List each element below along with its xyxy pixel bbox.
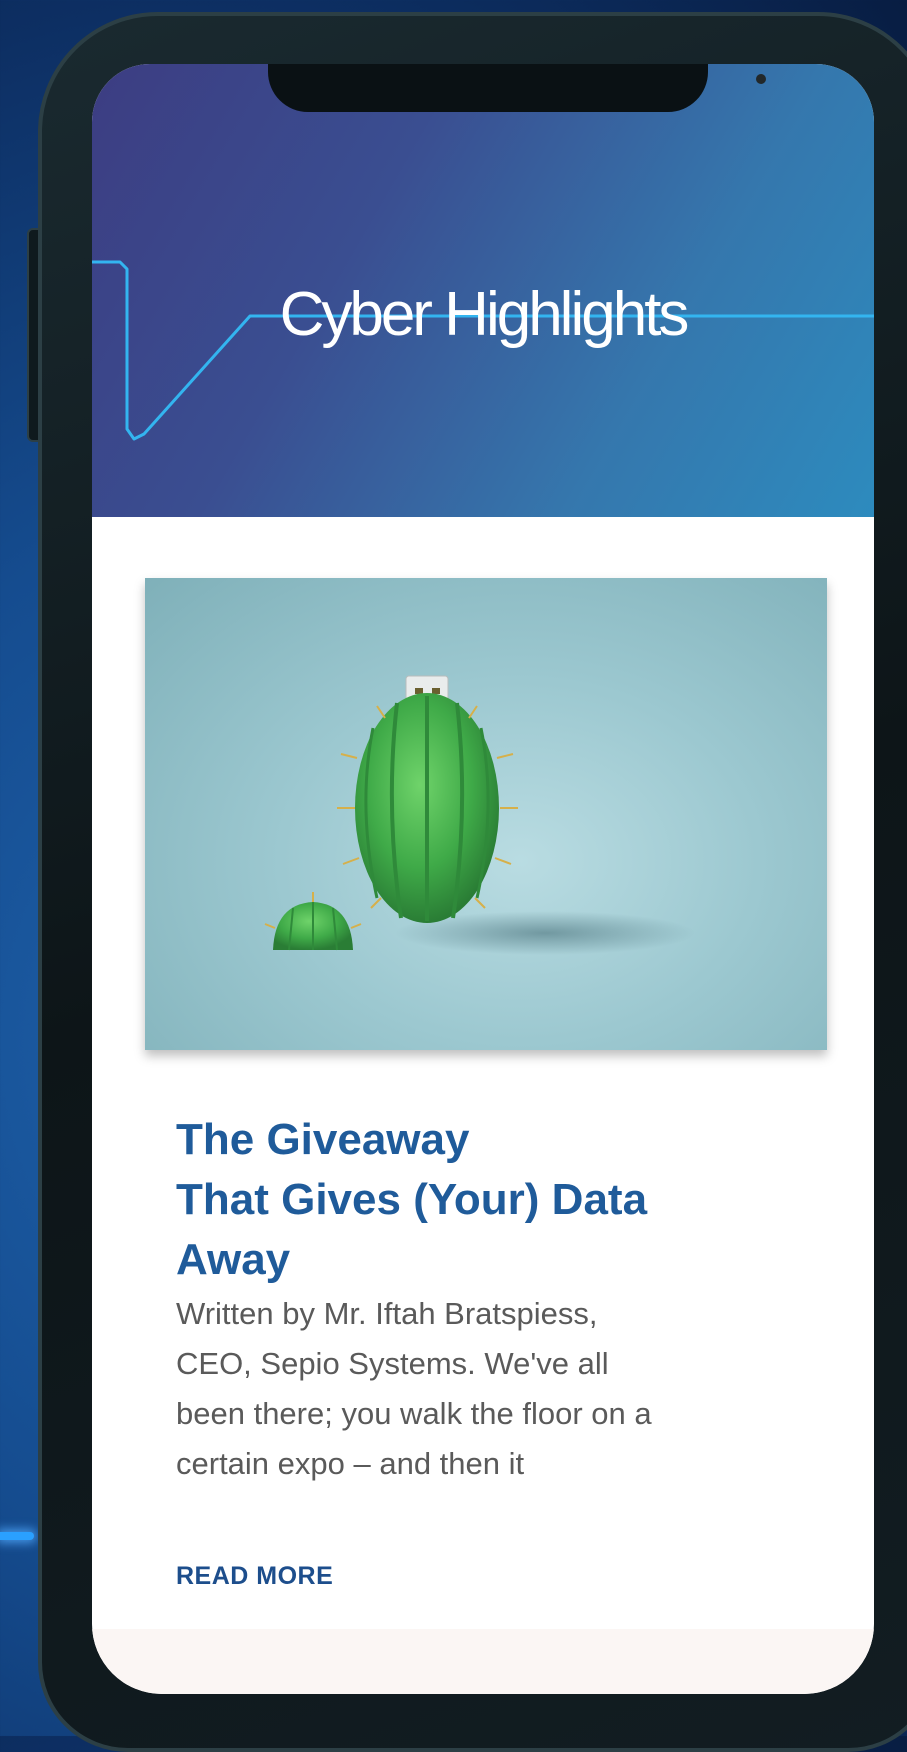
page-title: Cyber Highlights	[279, 280, 690, 349]
page-header: Cyber Highlights	[92, 64, 874, 517]
article-title[interactable]: The Giveaway That Gives (Your) Data Away	[176, 1110, 776, 1290]
read-more-link[interactable]: READ MORE	[176, 1562, 333, 1591]
article-excerpt: Written by Mr. Iftah Bratspiess, CEO, Se…	[176, 1289, 796, 1489]
camera-icon	[756, 74, 766, 84]
article-image[interactable]	[145, 578, 827, 1050]
excerpt-line: been there; you walk the floor on a	[176, 1396, 652, 1431]
article-title-line: Away	[176, 1235, 291, 1284]
phone-screen: Cyber Highlights The Giveaway That Gives…	[92, 64, 874, 1694]
cactus-usb-image	[264, 675, 695, 955]
article-title-line: That Gives (Your) Data	[176, 1175, 648, 1224]
excerpt-line: Written by Mr. Iftah Bratspiess,	[176, 1296, 598, 1331]
article-title-line: The Giveaway	[176, 1115, 470, 1164]
excerpt-line: certain expo – and then it	[176, 1446, 525, 1481]
excerpt-line: CEO, Sepio Systems. We've all	[176, 1346, 609, 1381]
phone-notch	[268, 64, 766, 112]
background-accent-line	[0, 1532, 34, 1540]
next-article-card	[92, 1629, 874, 1694]
